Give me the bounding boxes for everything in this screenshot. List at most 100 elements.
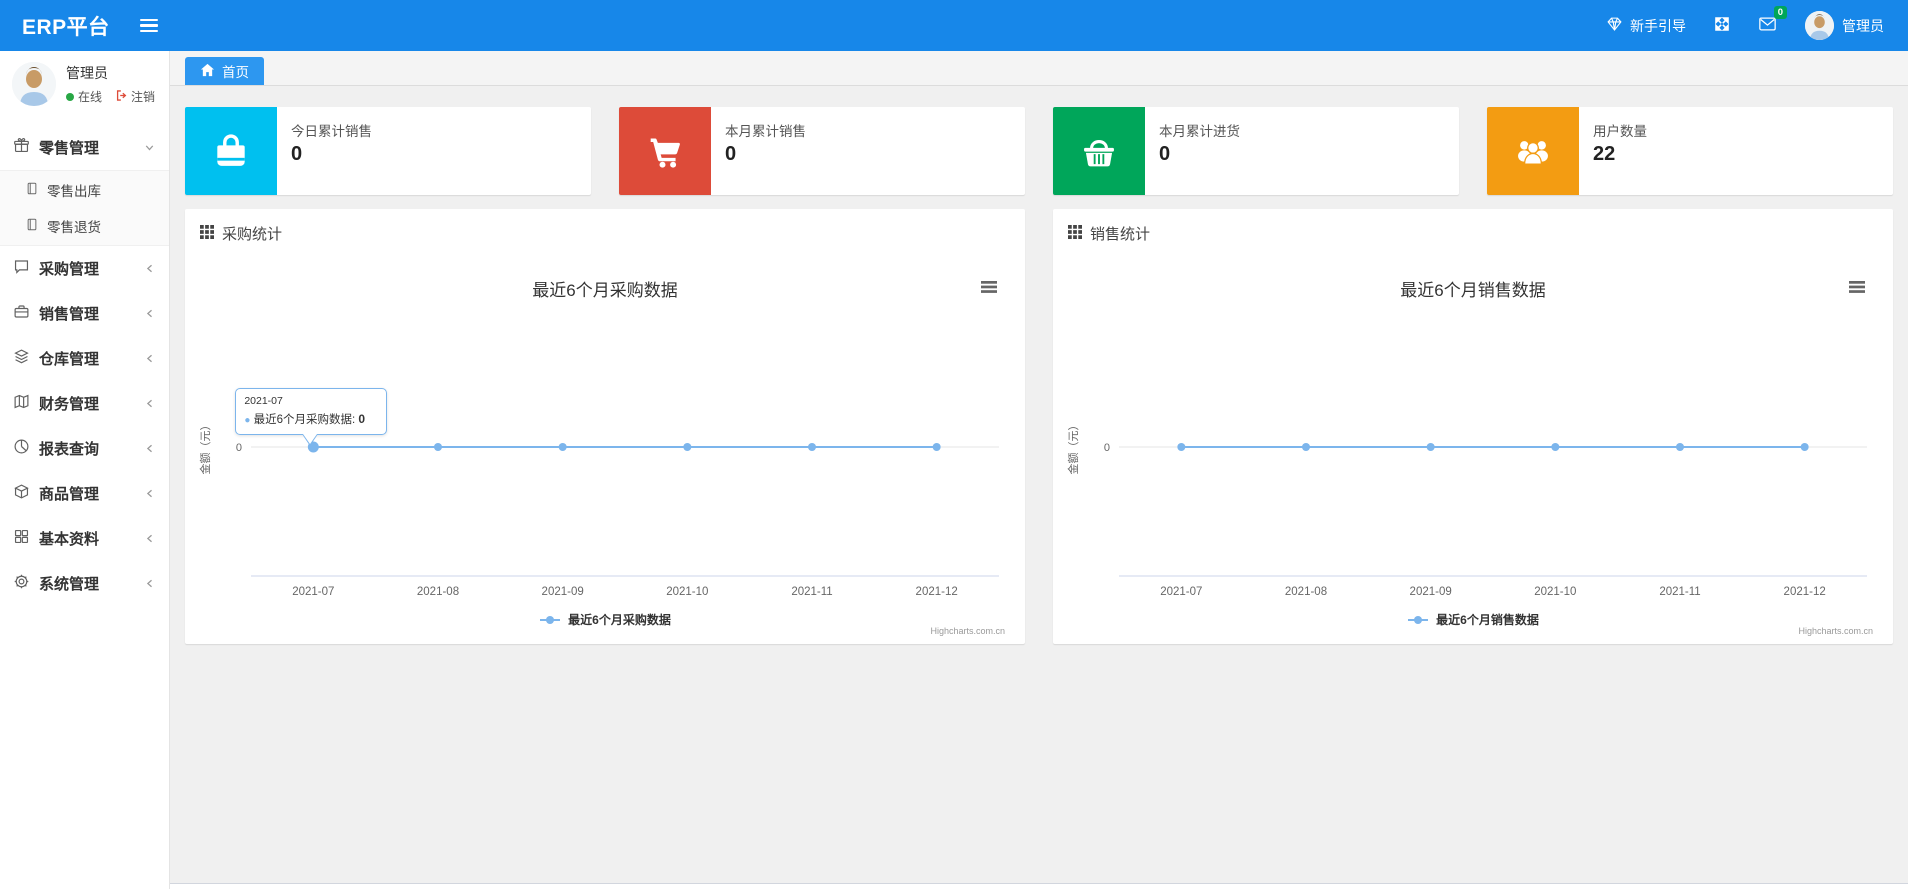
pie-chart-icon	[13, 438, 30, 459]
logout-button[interactable]: 注销	[115, 88, 155, 105]
chevron-left-icon	[143, 577, 156, 590]
svg-text:2021-08: 2021-08	[417, 586, 459, 598]
online-status-dot	[66, 92, 74, 101]
guide-button[interactable]: 新手引导	[1606, 16, 1686, 36]
stat-label: 今日累计销售	[291, 124, 372, 139]
chevron-left-icon	[143, 442, 156, 455]
map-icon	[13, 393, 30, 414]
menu-icon[interactable]	[139, 18, 158, 33]
chart-legend-item[interactable]: 最近6个月销售数据	[1063, 611, 1883, 628]
purchase-stats-panel: 采购统计 最近6个月采购数据 0 金额（元） 2021-07 2021-08 2021-0…	[185, 209, 1025, 644]
stat-card-month-purchase: 本月累计进货 0	[1053, 107, 1459, 195]
sidebar-item-goods[interactable]: 商品管理	[0, 471, 169, 516]
svg-text:2021-07: 2021-07	[1160, 586, 1202, 598]
svg-text:2021-10: 2021-10	[666, 586, 708, 598]
message-count-badge: 0	[1773, 6, 1787, 20]
th-grid-icon	[1068, 224, 1082, 243]
stat-value: 0	[291, 143, 303, 165]
tab-home[interactable]: 首页	[185, 57, 264, 85]
comment-icon	[13, 258, 30, 279]
sidebar-item-finance[interactable]: 财务管理	[0, 381, 169, 426]
chart-panels-row: 采购统计 最近6个月采购数据 0 金额（元） 2021-07 2021-08 2021-0…	[185, 209, 1893, 644]
chevron-left-icon	[143, 397, 156, 410]
navbar-user-label: 管理员	[1842, 17, 1884, 34]
layers-icon	[13, 348, 30, 369]
svg-text:2021-11: 2021-11	[1659, 586, 1700, 598]
sidebar-item-system[interactable]: 系统管理	[0, 561, 169, 606]
highcharts-credits-link[interactable]: Highcharts.com.cn	[1798, 626, 1873, 636]
fullscreen-button[interactable]	[1714, 16, 1730, 35]
journal-icon	[25, 217, 39, 235]
shopping-bag-icon	[185, 107, 277, 195]
gear-icon	[13, 573, 30, 594]
svg-text:2021-10: 2021-10	[1534, 586, 1576, 598]
gift-icon	[13, 137, 30, 158]
highcharts-credits-link[interactable]: Highcharts.com.cn	[930, 626, 1005, 636]
avatar	[1805, 11, 1834, 40]
sidebar-item-basic-data[interactable]: 基本资料	[0, 516, 169, 561]
package-icon	[13, 483, 30, 504]
retail-submenu: 零售出库 零售退货	[0, 170, 169, 246]
svg-text:金额（元）: 金额（元）	[1066, 420, 1080, 475]
svg-text:2021-07: 2021-07	[292, 586, 334, 598]
sign-out-icon	[115, 89, 128, 105]
svg-text:金额（元）: 金额（元）	[198, 420, 212, 475]
online-status-label: 在线	[78, 90, 103, 104]
navbar-user-menu[interactable]: 管理员	[1805, 11, 1884, 40]
svg-text:2021-09: 2021-09	[542, 586, 584, 598]
stat-label: 用户数量	[1593, 124, 1647, 139]
sidebar-user-name: 管理员	[66, 65, 108, 81]
svg-text:2021-12: 2021-12	[916, 586, 958, 598]
stat-label: 本月累计销售	[725, 124, 806, 139]
stat-card-user-count: 用户数量 22	[1487, 107, 1893, 195]
shopping-cart-icon	[619, 107, 711, 195]
footer	[170, 883, 1908, 889]
chart-context-menu-icon[interactable]	[1849, 281, 1865, 293]
guide-label: 新手引导	[1630, 17, 1686, 34]
svg-text:2021-12: 2021-12	[1784, 586, 1826, 598]
sidebar-item-sales[interactable]: 销售管理	[0, 291, 169, 336]
svg-text:2021-11: 2021-11	[791, 586, 832, 598]
chevron-left-icon	[143, 487, 156, 500]
svg-text:2021-09: 2021-09	[1410, 586, 1452, 598]
expand-icon	[1714, 16, 1730, 35]
stat-cards-row: 今日累计销售 0 本月累计销售 0 本月累计进货 0 用户数量 22	[185, 107, 1893, 195]
svg-text:0: 0	[1104, 442, 1110, 454]
stat-value: 22	[1593, 143, 1616, 165]
stat-card-today-sales: 今日累计销售 0	[185, 107, 591, 195]
sidebar-item-reports[interactable]: 报表查询	[0, 426, 169, 471]
chart-context-menu-icon[interactable]	[981, 281, 997, 293]
stat-value: 0	[725, 143, 737, 165]
shopping-basket-icon	[1053, 107, 1145, 195]
sidebar-user-panel: 管理员 在线 注销	[0, 51, 169, 115]
chevron-left-icon	[143, 262, 156, 275]
svg-text:最近6个月销售数据: 最近6个月销售数据	[1400, 281, 1545, 300]
sidebar-item-purchase[interactable]: 采购管理	[0, 246, 169, 291]
sidebar-item-retail[interactable]: 零售管理	[0, 125, 169, 170]
stat-label: 本月累计进货	[1159, 124, 1240, 139]
panel-title: 采购统计	[222, 226, 283, 243]
sidebar-item-retail-return[interactable]: 零售退货	[0, 208, 169, 244]
sales-chart: 最近6个月销售数据 0 金额（元） 2021-07 2021-08 2021-09 2021…	[1063, 256, 1883, 638]
breadcrumb: 首页	[170, 51, 1908, 86]
messages-button[interactable]: 0	[1758, 6, 1787, 36]
stat-value: 0	[1159, 143, 1171, 165]
chevron-left-icon	[143, 307, 156, 320]
gem-icon	[1606, 16, 1623, 36]
home-icon	[200, 63, 215, 80]
stat-card-month-sales: 本月累计销售 0	[619, 107, 1025, 195]
chart-legend-item[interactable]: 最近6个月采购数据	[195, 611, 1015, 628]
briefcase-icon	[13, 303, 30, 324]
users-icon	[1487, 107, 1579, 195]
grid-icon	[13, 528, 30, 549]
journal-icon	[25, 181, 39, 199]
chevron-left-icon	[143, 352, 156, 365]
sidebar: 管理员 在线 注销 零售管理 零售出库 零售退货 采购管理 销售管理 仓库管理 …	[0, 51, 170, 889]
sidebar-menu: 零售管理 零售出库 零售退货 采购管理 销售管理 仓库管理 财务管理 报表查询 …	[0, 125, 169, 606]
sidebar-item-retail-outbound[interactable]: 零售出库	[0, 172, 169, 208]
panel-title: 销售统计	[1090, 226, 1151, 243]
brand-title: ERP平台	[22, 15, 110, 39]
avatar	[12, 62, 56, 106]
svg-text:0: 0	[236, 442, 242, 454]
sidebar-item-warehouse[interactable]: 仓库管理	[0, 336, 169, 381]
